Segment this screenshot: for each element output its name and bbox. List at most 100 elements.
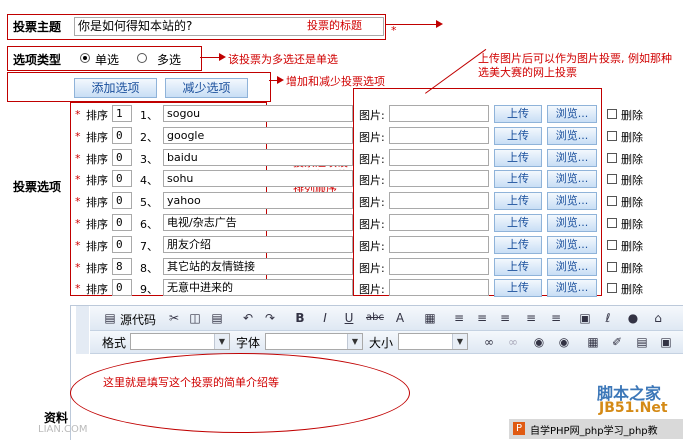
option-upload-button[interactable]: 上传 <box>494 192 542 210</box>
option-delete-checkbox[interactable] <box>607 109 617 119</box>
option-image-input[interactable] <box>389 258 489 275</box>
replace-icon[interactable]: ◉ <box>556 334 572 350</box>
option-upload-button[interactable]: 上传 <box>494 258 542 276</box>
redo-icon[interactable]: ↷ <box>262 310 278 326</box>
option-image-input[interactable] <box>389 105 489 122</box>
option-sort-input[interactable]: 0 <box>112 192 132 209</box>
underline-icon[interactable]: U <box>341 310 357 326</box>
option-delete-label: 删除 <box>621 283 643 296</box>
strike-icon[interactable]: abc <box>366 310 384 326</box>
option-browse-button[interactable]: 浏览... <box>547 214 597 232</box>
option-sort-input[interactable]: 0 <box>112 214 132 231</box>
link-icon[interactable]: ∞ <box>481 334 497 350</box>
option-image-input[interactable] <box>389 236 489 253</box>
eraser-icon[interactable]: ● <box>625 310 641 326</box>
option-upload-button[interactable]: 上传 <box>494 236 542 254</box>
source-label[interactable]: 源代码 <box>120 311 156 328</box>
option-text-input[interactable]: 其它站的友情链接 <box>163 258 353 275</box>
option-browse-button[interactable]: 浏览... <box>547 149 597 167</box>
option-delete-checkbox[interactable] <box>607 240 617 250</box>
undo-icon[interactable]: ↶ <box>240 310 256 326</box>
paste-text-icon[interactable]: ▤ <box>209 310 225 326</box>
option-image-label: 图片: <box>359 240 385 253</box>
option-delete-checkbox[interactable] <box>607 174 617 184</box>
option-text-input[interactable]: sohu <box>163 170 353 187</box>
option-browse-button[interactable]: 浏览... <box>547 258 597 276</box>
option-upload-button[interactable]: 上传 <box>494 149 542 167</box>
option-image-input[interactable] <box>389 279 489 296</box>
option-upload-button[interactable]: 上传 <box>494 105 542 123</box>
option-sort-input[interactable]: 0 <box>112 279 132 296</box>
paste-icon[interactable]: ◫ <box>187 310 203 326</box>
home-icon[interactable]: ⌂ <box>650 310 666 326</box>
option-delete-checkbox[interactable] <box>607 218 617 228</box>
format-select[interactable]: ▼ <box>130 333 230 350</box>
source-icon[interactable]: ▤ <box>102 310 118 326</box>
maximize-icon[interactable]: ▣ <box>658 334 674 350</box>
remove-option-button[interactable]: 减少选项 <box>165 78 248 98</box>
option-sort-input[interactable]: 0 <box>112 149 132 166</box>
radio-multi[interactable] <box>137 53 147 63</box>
option-text-input[interactable]: 朋友介绍 <box>163 236 353 253</box>
option-upload-button[interactable]: 上传 <box>494 279 542 297</box>
remove-format-icon[interactable]: ✐ <box>609 334 625 350</box>
option-sort-input[interactable]: 8 <box>112 258 132 275</box>
option-delete-checkbox[interactable] <box>607 196 617 206</box>
preview-icon[interactable]: ▤ <box>634 334 650 350</box>
option-image-input[interactable] <box>389 170 489 187</box>
addremove-annotation: 增加和减少投票选项 <box>286 75 385 88</box>
font-color-icon[interactable]: A <box>392 310 408 326</box>
ordered-list-icon[interactable]: ≡ <box>523 310 539 326</box>
option-delete-checkbox[interactable] <box>607 131 617 141</box>
option-browse-button[interactable]: 浏览... <box>547 170 597 188</box>
option-text-input[interactable]: yahoo <box>163 192 353 209</box>
align-left-icon[interactable]: ≡ <box>451 310 467 326</box>
option-browse-button[interactable]: 浏览... <box>547 236 597 254</box>
option-delete-checkbox[interactable] <box>607 153 617 163</box>
option-text-input[interactable]: 电视/杂志广告 <box>163 214 353 231</box>
option-delete-checkbox[interactable] <box>607 283 617 293</box>
add-option-button[interactable]: 添加选项 <box>74 78 157 98</box>
option-image-input[interactable] <box>389 214 489 231</box>
option-sort-input[interactable]: 0 <box>112 170 132 187</box>
option-upload-button[interactable]: 上传 <box>494 127 542 145</box>
option-upload-button[interactable]: 上传 <box>494 170 542 188</box>
align-right-icon[interactable]: ≡ <box>497 310 513 326</box>
image-icon[interactable]: ▣ <box>577 310 593 326</box>
select-all-icon[interactable]: ▦ <box>585 334 601 350</box>
option-text-input[interactable]: google <box>163 127 353 144</box>
option-sort-input[interactable]: 0 <box>112 127 132 144</box>
option-delete-label: 删除 <box>621 262 643 275</box>
option-delete-checkbox[interactable] <box>607 262 617 272</box>
bold-icon[interactable]: B <box>292 310 308 326</box>
unlink-icon[interactable]: ∞ <box>505 334 521 350</box>
option-browse-button[interactable]: 浏览... <box>547 192 597 210</box>
radio-single[interactable] <box>80 53 90 63</box>
option-sort-input[interactable]: 0 <box>112 236 132 253</box>
bottom-left-watermark: LIAN.COM <box>38 424 88 435</box>
option-browse-button[interactable]: 浏览... <box>547 105 597 123</box>
option-required-star: * <box>75 173 81 186</box>
italic-icon[interactable]: I <box>317 310 333 326</box>
option-image-input[interactable] <box>389 192 489 209</box>
option-text-input[interactable]: baidu <box>163 149 353 166</box>
option-text-input[interactable]: sogou <box>163 105 353 122</box>
option-image-input[interactable] <box>389 149 489 166</box>
option-upload-button[interactable]: 上传 <box>494 214 542 232</box>
font-select[interactable]: ▼ <box>265 333 363 350</box>
find-icon[interactable]: ◉ <box>531 334 547 350</box>
option-text-input[interactable]: 无意中进来的 <box>163 279 353 296</box>
option-delete-label: 删除 <box>621 131 643 144</box>
align-center-icon[interactable]: ≡ <box>474 310 490 326</box>
option-image-input[interactable] <box>389 127 489 144</box>
table-icon[interactable]: ▦ <box>422 310 438 326</box>
option-browse-button[interactable]: 浏览... <box>547 279 597 297</box>
option-browse-button[interactable]: 浏览... <box>547 127 597 145</box>
topic-annotation: 投票的标题 <box>307 19 362 32</box>
attachment-icon[interactable]: ℓ <box>600 310 616 326</box>
size-select[interactable]: ▼ <box>398 333 468 350</box>
cut-icon[interactable]: ✂ <box>166 310 182 326</box>
option-sort-input[interactable]: 1 <box>112 105 132 122</box>
unordered-list-icon[interactable]: ≡ <box>548 310 564 326</box>
option-sort-label: 排序 <box>86 174 108 187</box>
